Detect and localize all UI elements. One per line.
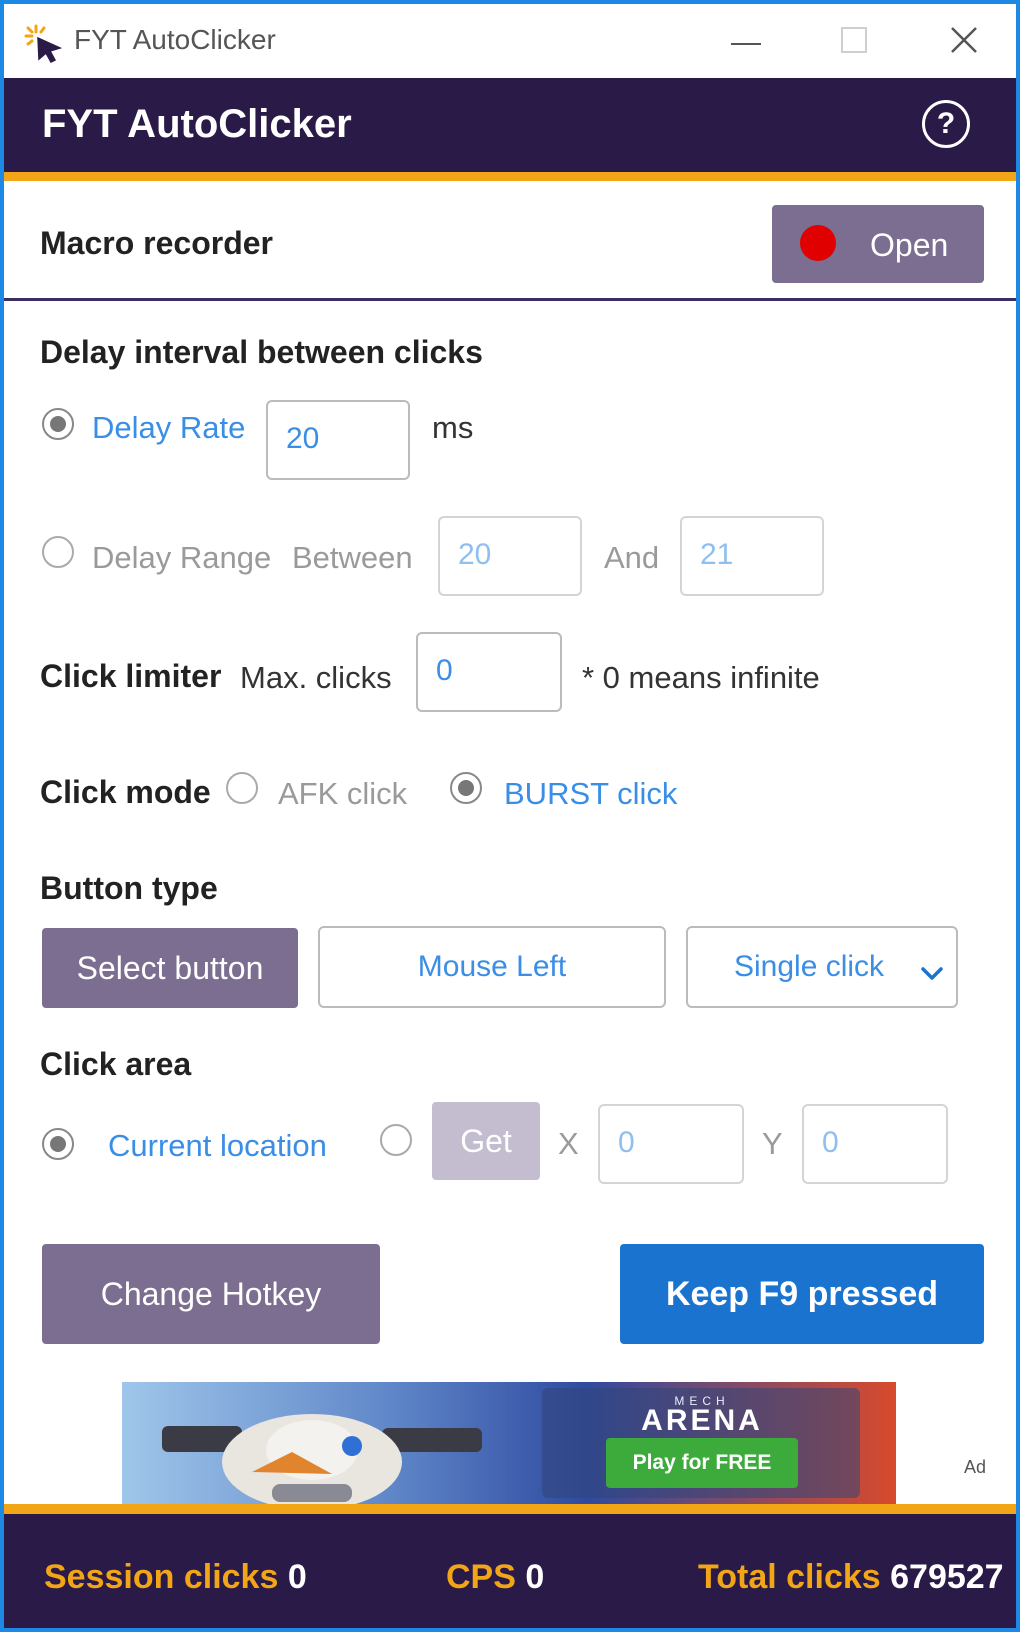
y-label: Y [762,1126,783,1161]
click-type-select[interactable]: Single click [686,926,958,1008]
cursor-sparkle-icon [22,22,66,66]
delay-range-max-input[interactable]: 21 [680,516,824,596]
footer-accent-line [4,1504,1016,1514]
maximize-icon [841,26,867,58]
total-clicks-stat: Total clicks 679527 [698,1558,1004,1597]
keep-f9-pressed-button[interactable]: Keep F9 pressed [620,1244,984,1344]
ad-label: Ad [964,1457,987,1477]
app-window: FYT AutoClicker FYT AutoClicker ? Macro … [0,0,1020,1632]
total-clicks-label: Total clicks [698,1558,881,1596]
header-accent-line [4,172,1016,181]
macro-recorder-section: Macro recorder Open [4,181,1016,301]
delay-range-min-input[interactable]: 20 [438,516,582,596]
ad-robot-artwork [162,1392,482,1504]
delay-heading: Delay interval between clicks [40,334,483,370]
current-location-radio[interactable] [42,1128,74,1160]
macro-open-label: Open [870,227,949,263]
x-label: X [558,1126,579,1161]
x-coordinate-input[interactable]: 0 [598,1104,744,1184]
between-label: Between [292,540,413,575]
close-button[interactable] [924,14,1004,70]
help-icon: ? [936,107,956,140]
ad-cta-button[interactable]: Play for FREE [606,1438,798,1488]
total-clicks-value: 679527 [890,1558,1004,1596]
macro-open-button[interactable]: Open [772,205,984,283]
macro-recorder-label: Macro recorder [40,225,273,261]
session-clicks-label: Session clicks [44,1558,279,1596]
burst-click-label[interactable]: BURST click [504,776,677,812]
click-area-heading: Click area [40,1046,192,1082]
window-title: FYT AutoClicker [74,24,276,55]
afk-click-label[interactable]: AFK click [278,776,407,812]
mouse-button-display[interactable]: Mouse Left [318,926,666,1008]
delay-range-radio[interactable] [42,536,74,568]
ad-banner[interactable]: MECH ARENA Play for FREE [122,1382,896,1504]
infinite-note: * 0 means infinite [582,660,820,695]
change-hotkey-button[interactable]: Change Hotkey [42,1244,380,1344]
minimize-icon [731,33,761,51]
delay-rate-unit: ms [432,410,474,445]
chevron-down-icon [920,956,944,990]
delay-rate-label[interactable]: Delay Rate [92,410,245,446]
click-type-value: Single click [734,950,885,983]
and-label: And [604,540,660,575]
cps-label: CPS [446,1558,516,1596]
max-clicks-label: Max. clicks [240,660,392,695]
session-clicks-value: 0 [287,1558,307,1596]
delay-range-label[interactable]: Delay Range [92,540,271,576]
cps-stat: CPS 0 [446,1558,544,1597]
y-coordinate-input[interactable]: 0 [802,1104,948,1184]
delay-rate-input[interactable]: 20 [266,400,410,480]
title-bar: FYT AutoClicker [4,4,1016,78]
help-button[interactable]: ? [922,100,970,148]
afk-click-radio[interactable] [226,772,258,804]
minimize-button[interactable] [706,14,786,70]
app-title: FYT AutoClicker [42,102,352,146]
maximize-button[interactable] [814,14,894,70]
click-mode-heading: Click mode [40,774,211,810]
select-button[interactable]: Select button [42,928,298,1008]
close-icon [950,26,978,59]
click-limiter-heading: Click limiter [40,658,222,694]
session-clicks-stat: Session clicks 0 [44,1558,307,1597]
record-dot-icon [800,225,836,261]
ad-title: ARENA [641,1404,763,1437]
get-location-button[interactable]: Get [432,1102,540,1180]
custom-location-radio[interactable] [380,1124,412,1156]
app-header: FYT AutoClicker ? [4,78,1016,172]
current-location-label[interactable]: Current location [108,1128,327,1164]
stats-footer: Session clicks 0 CPS 0 Total clicks 6795… [4,1514,1016,1628]
cps-value: 0 [525,1558,545,1596]
max-clicks-input[interactable]: 0 [416,632,562,712]
delay-rate-radio[interactable] [42,408,74,440]
button-type-heading: Button type [40,870,218,906]
burst-click-radio[interactable] [450,772,482,804]
